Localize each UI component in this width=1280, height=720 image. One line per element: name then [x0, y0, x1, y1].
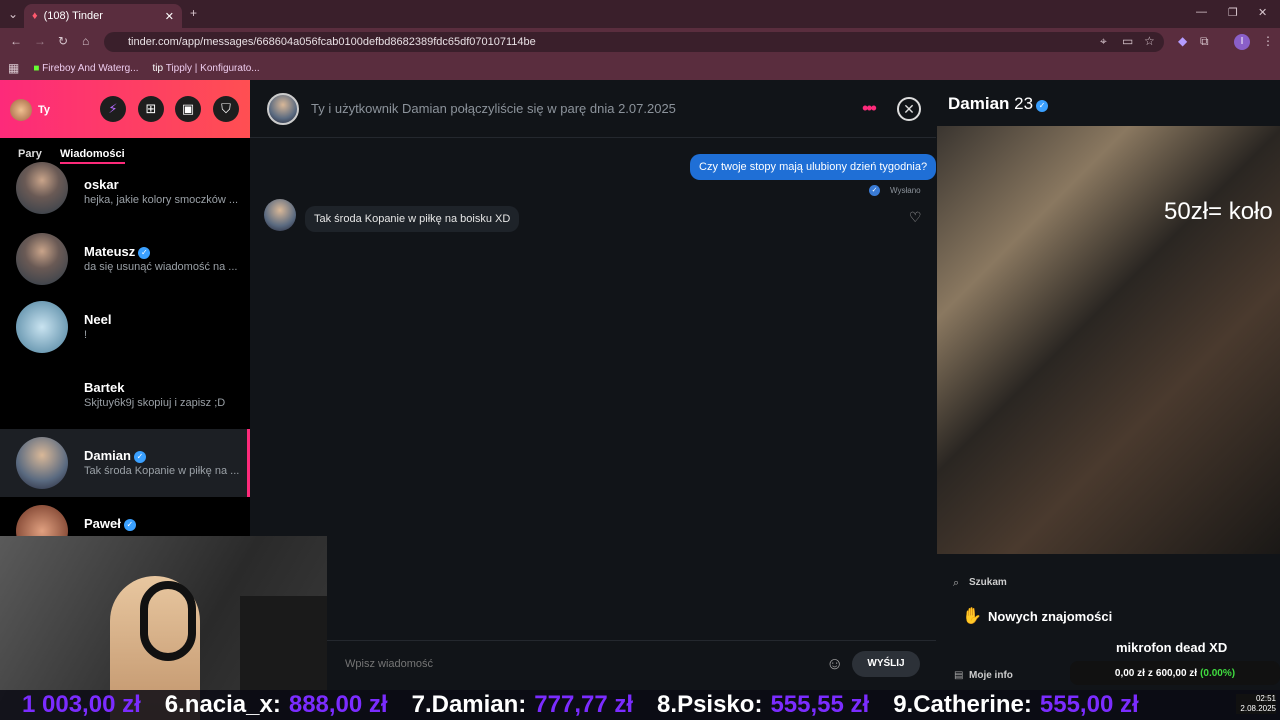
like-heart-icon[interactable]: ♡ — [909, 209, 922, 226]
avatar — [16, 301, 68, 353]
close-chat-icon[interactable]: ✕ — [897, 97, 921, 121]
boost-icon[interactable]: ⚡ — [100, 96, 126, 122]
my-info-label: Moje info — [969, 670, 1013, 681]
ticker-amount: 555,00 zł — [1039, 691, 1139, 718]
match-last-message: hejka, jakie kolory smoczków ... — [84, 194, 239, 206]
match-name: oskar — [84, 177, 119, 192]
looking-for-label: Szukam — [969, 577, 1007, 588]
match-last-message: da się usunąć wiadomość na ... — [84, 261, 238, 273]
donation-ticker: 1 003,00 zł 6.nacia_x: 888,00 zł 7.Damia… — [0, 690, 1280, 720]
tipply-favicon-icon: tip — [152, 62, 164, 74]
ticker-label: 7.Damian: — [411, 691, 527, 718]
browser-tab[interactable]: ♦ (108) Tinder ✕ — [24, 4, 182, 28]
avatar — [16, 437, 68, 489]
tab-title: (108) Tinder — [43, 10, 103, 22]
tinder-favicon-icon: ♦ — [32, 10, 38, 22]
tab-search-icon[interactable]: ⌄ — [8, 7, 18, 21]
list-item-oskar[interactable]: oskar hejka, jakie kolory smoczków ... — [0, 160, 250, 228]
mic-note: mikrofon dead XD — [1116, 640, 1228, 655]
search-icon: ⌕ — [953, 577, 960, 589]
verified-icon: ✓ — [138, 247, 151, 259]
verified-icon: ✓ — [123, 519, 136, 531]
emoji-icon[interactable]: ☺ — [826, 654, 843, 674]
bookmark-fireboy[interactable]: ■ Fireboy And Waterg... — [33, 63, 138, 74]
match-name: Paweł ✓ — [84, 516, 136, 531]
game-favicon-icon: ■ — [33, 62, 40, 74]
home-icon[interactable]: ⌂ — [82, 34, 89, 48]
profile-photo[interactable] — [937, 126, 1280, 554]
forward-icon[interactable]: → — [34, 34, 46, 48]
match-date-text: Ty i użytkownik Damian połączyliście się… — [311, 101, 676, 116]
chat-avatar[interactable] — [267, 93, 299, 125]
extension-icon[interactable]: ◆ — [1178, 34, 1187, 48]
match-last-message: Skjtuy6k9j skopiuj i zapisz ;D — [84, 397, 226, 409]
list-item-bartek[interactable]: Bartek Skjtuy6k9j skopiuj i zapisz ;D — [0, 361, 250, 429]
message-input[interactable] — [345, 654, 815, 674]
ticker-amount: 1 003,00 zł — [22, 691, 141, 718]
bookmark-tipply[interactable]: tip Tipply | Konfigurato... — [153, 63, 260, 74]
match-name: Damian ✓ — [84, 448, 146, 463]
match-name: Mateusz ✓ — [84, 244, 151, 259]
ticker-amount: 888,00 zł — [288, 691, 388, 718]
photo-overlay-text: 50zł= koło — [1164, 198, 1273, 225]
verified-icon: ✓ — [1036, 100, 1049, 112]
tab-pary[interactable]: Pary — [18, 148, 42, 160]
looking-for-value: Nowych znajomości — [988, 609, 1113, 624]
donation-goal: 0,00 zł z 600,00 zł (0.00%) — [1070, 661, 1280, 685]
location-icon[interactable]: ⌖ — [1100, 34, 1107, 49]
match-name: Neel — [84, 312, 112, 327]
verified-icon: ✓ — [133, 451, 146, 463]
match-last-message: Tak środa Kopanie w piłkę na ... — [84, 465, 240, 477]
ticker-amount: 555,55 zł — [770, 691, 870, 718]
user-avatar[interactable] — [10, 99, 32, 121]
window-close-icon[interactable]: ✕ — [1258, 6, 1267, 19]
wave-icon: ✋ — [962, 608, 982, 625]
info-icon: ▤ — [954, 670, 964, 681]
briefcase-icon[interactable]: ▣ — [175, 96, 201, 122]
headphones-icon — [140, 581, 196, 661]
minimize-icon[interactable]: — — [1196, 6, 1207, 18]
new-tab-icon[interactable]: + — [190, 6, 197, 20]
extensions-puzzle-icon[interactable]: ⧉ — [1200, 34, 1209, 49]
apps-grid-icon[interactable]: ▦ — [8, 61, 19, 75]
list-item-mateusz[interactable]: Mateusz ✓ da się usunąć wiadomość na ... — [0, 225, 250, 293]
avatar — [16, 233, 68, 285]
bookmarks-bar: ▦ ■ Fireboy And Waterg... tip Tipply | K… — [0, 56, 1280, 80]
match-last-message: ! — [84, 329, 88, 341]
sent-message: Czy twoje stopy mają ulubiony dzień tygo… — [690, 154, 937, 180]
profile-avatar-icon[interactable]: I — [1234, 34, 1250, 50]
profile-name: Damian 23 ✓ — [948, 94, 1049, 114]
sent-status: Wysłano — [890, 186, 921, 195]
bookmark-star-icon[interactable]: ☆ — [1144, 34, 1155, 48]
close-tab-icon[interactable]: ✕ — [165, 10, 174, 23]
restore-icon[interactable]: ❐ — [1228, 6, 1238, 19]
ticker-amount: 777,77 zł — [534, 691, 634, 718]
install-icon[interactable]: ▭ — [1122, 34, 1133, 48]
reload-icon[interactable]: ↻ — [58, 34, 68, 48]
list-item-neel[interactable]: Neel ! — [0, 293, 250, 361]
shield-icon[interactable]: ⛉ — [213, 96, 239, 122]
explore-icon[interactable]: ⊞ — [138, 96, 164, 122]
more-options-icon[interactable]: ••• — [862, 98, 877, 119]
ticker-label: 8.Psisko: — [657, 691, 763, 718]
received-avatar[interactable] — [264, 199, 296, 231]
avatar — [16, 162, 68, 214]
ticker-label: 9.Catherine: — [893, 691, 1032, 718]
back-icon[interactable]: ← — [10, 34, 22, 48]
received-message: Tak środa Kopanie w piłkę na boisku XD — [305, 206, 520, 232]
ticker-label: 6.nacia_x: — [164, 691, 281, 718]
url-field[interactable]: tinder.com/app/messages/668604a056fcab01… — [104, 32, 1164, 52]
menu-icon[interactable]: ⋮ — [1262, 34, 1274, 48]
taskbar-clock[interactable]: 02:51 2.08.2025 — [1236, 694, 1276, 714]
match-name: Bartek — [84, 380, 125, 395]
sent-check-icon: ✓ — [869, 185, 880, 196]
list-item-damian-active[interactable]: Damian ✓ Tak środa Kopanie w piłkę na ... — [0, 429, 250, 497]
send-button[interactable]: WYŚLIJ — [852, 651, 920, 677]
user-label[interactable]: Ty — [38, 104, 50, 116]
